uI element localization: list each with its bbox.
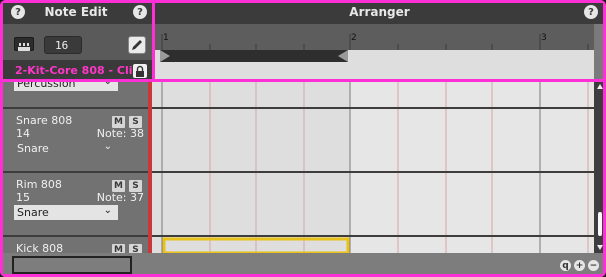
bottom-input-field[interactable] <box>12 256 132 274</box>
lock-icon[interactable] <box>133 64 147 78</box>
track-number: 15 <box>16 191 30 204</box>
track-row[interactable]: Snare 808 M S 14 Note: 38 Snare ⌄ <box>0 109 148 171</box>
track-list[interactable]: Percussion ⌄ Snare 808 M S 14 Note: 38 Sn… <box>0 81 152 253</box>
note-grid[interactable] <box>152 81 594 253</box>
help-icon[interactable]: ? <box>11 5 25 19</box>
zoom-search-icon[interactable]: q <box>560 260 571 271</box>
timeline-ruler[interactable]: 1 2 3 <box>152 24 594 50</box>
help-icon[interactable]: ? <box>584 5 598 19</box>
note-edit-header: ? Note Edit ? <box>0 0 152 24</box>
zoom-in-icon[interactable]: + <box>574 260 585 271</box>
loop-region[interactable] <box>160 50 348 62</box>
chevron-down-icon: ⌄ <box>103 81 112 87</box>
scrollbar-thumb[interactable] <box>598 212 602 236</box>
chevron-down-icon: ⌄ <box>103 141 112 152</box>
help-icon[interactable]: ? <box>133 5 147 19</box>
zoom-out-icon[interactable]: − <box>588 260 599 271</box>
note-edit-title: Note Edit <box>44 5 108 19</box>
instrument-dropdown[interactable]: Snare ⌄ <box>14 141 118 156</box>
solo-button[interactable]: S <box>129 244 142 253</box>
instrument-dropdown[interactable]: Percussion ⌄ <box>14 81 118 91</box>
pencil-icon[interactable] <box>128 36 146 54</box>
mute-button[interactable]: M <box>112 244 125 253</box>
track-row[interactable]: Percussion ⌄ <box>0 81 148 107</box>
arranger-header: Arranger ? <box>152 0 606 24</box>
arranger-title: Arranger <box>349 5 410 19</box>
note-value: Note: 37 <box>96 191 144 204</box>
track-row[interactable]: Rim 808 M S 15 Note: 37 Snare ⌄ <box>0 173 148 235</box>
grid-resolution-field[interactable]: 16 <box>44 36 82 54</box>
track-row[interactable]: Kick 808 M S <box>0 237 148 253</box>
app-window: ? Note Edit ? Arranger ? 16 2-Kit-Core 8… <box>0 0 606 277</box>
grid-icon[interactable] <box>14 37 34 51</box>
clip-name: 2-Kit-Core 808 - Clip <box>15 64 141 77</box>
track-name: Rim 808 <box>16 178 62 191</box>
clip-name-bar: 2-Kit-Core 808 - Clip <box>0 60 152 81</box>
instrument-dropdown[interactable]: Snare ⌄ <box>14 205 118 220</box>
track-number: 14 <box>16 127 30 140</box>
chevron-down-icon: ⌄ <box>103 205 112 216</box>
note-value: Note: 38 <box>96 127 144 140</box>
track-name: Kick 808 <box>16 242 64 253</box>
track-name: Snare 808 <box>16 114 73 127</box>
